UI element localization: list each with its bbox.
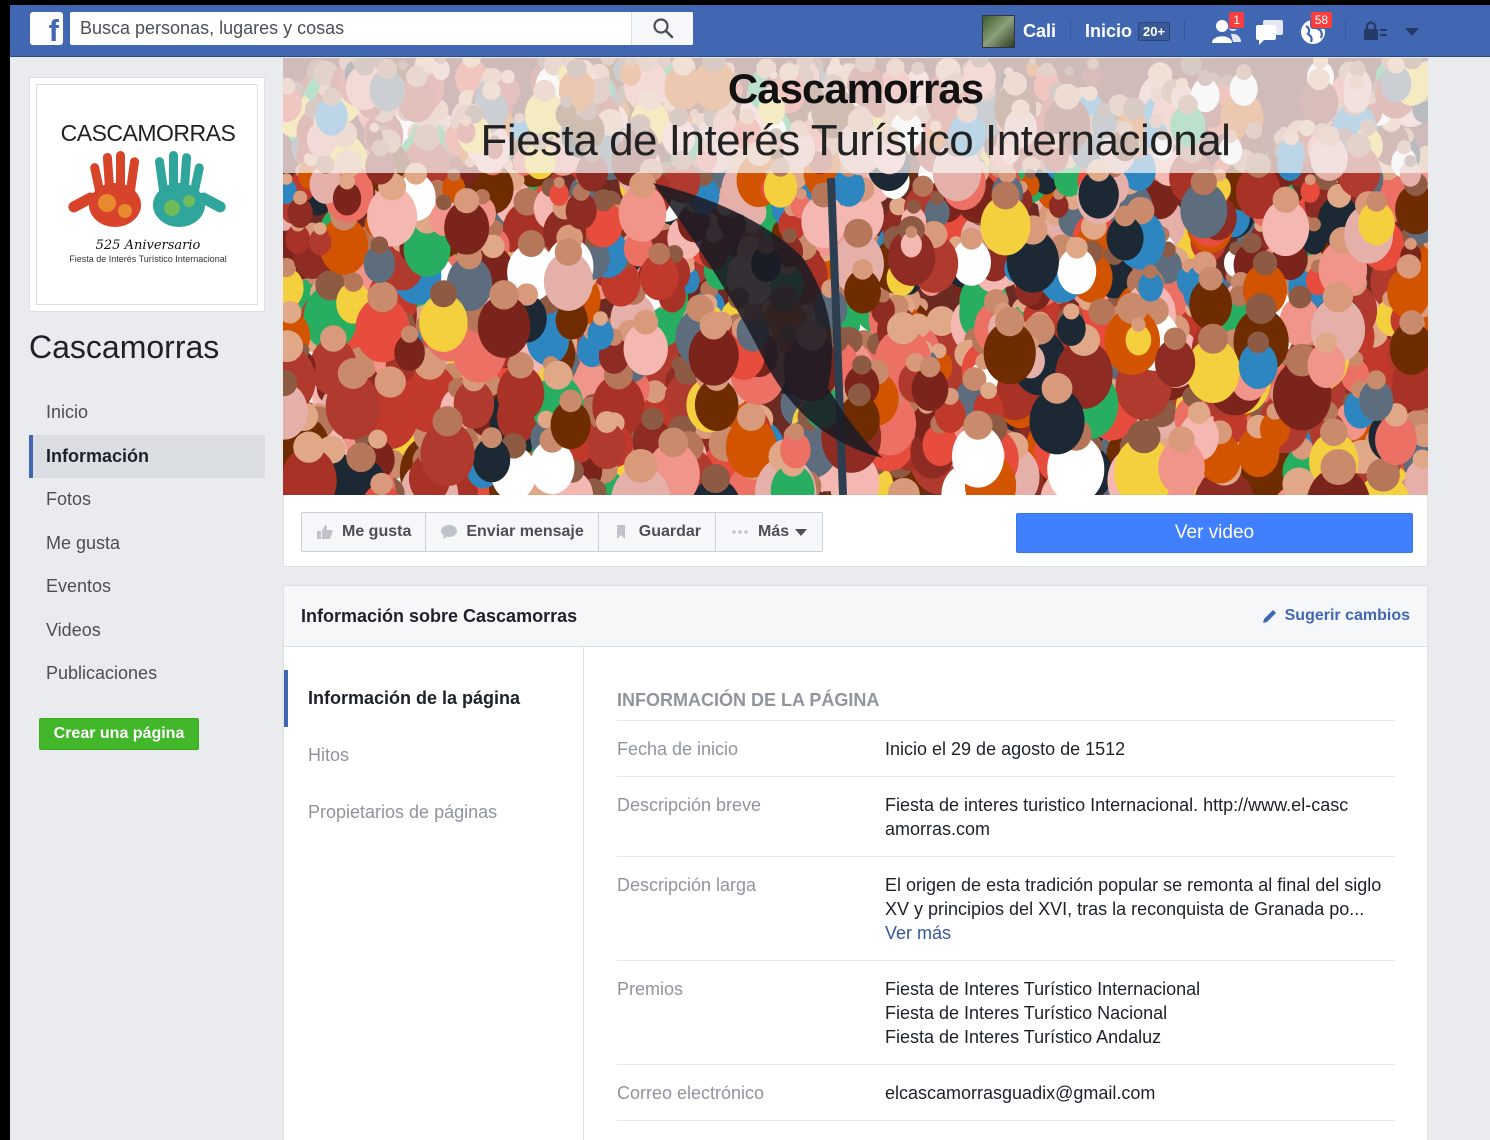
nav-item-eventos[interactable]: Eventos <box>29 565 265 609</box>
browser-viewport: f Cali Inicio 20+ <box>10 5 1490 1140</box>
section-heading: INFORMACIÓN DE LA PÁGINA <box>617 690 1395 721</box>
divider <box>1070 20 1072 42</box>
profile-picture[interactable]: CASCAMORRAS 525 Aniversario Fiesta de In… <box>29 77 265 312</box>
info-row-long-description: Descripción larga El origen de esta trad… <box>617 857 1395 961</box>
see-more-link[interactable]: Ver más <box>885 923 951 943</box>
info-row-short-description: Descripción breve Fiesta de interes turi… <box>617 777 1395 857</box>
cover-photo[interactable]: Cascamorras Fiesta de Interés Turístico … <box>283 58 1428 495</box>
nav-item-videos[interactable]: Videos <box>29 609 265 653</box>
privacy-shortcuts-button[interactable] <box>1360 14 1390 48</box>
like-label: Me gusta <box>342 523 412 540</box>
home-count-badge: 20+ <box>1138 21 1171 41</box>
info-row-email: Correo electrónico elcascamorrasguadix@g… <box>617 1065 1395 1121</box>
about-card-header: Información sobre Cascamorras Sugerir ca… <box>284 586 1427 647</box>
award-item: Fiesta de Interes Turístico Nacional <box>885 1003 1168 1023</box>
save-button[interactable]: Guardar <box>599 513 716 551</box>
long-description-text: El origen de esta tradición popular se r… <box>885 875 1382 919</box>
row-label: Premios <box>617 979 684 999</box>
privacy-lock-icon <box>1364 21 1388 40</box>
page-navigation: Inicio Información Fotos Me gusta Evento… <box>29 391 265 696</box>
like-icon <box>317 525 333 539</box>
awards-list: Fiesta de Interes Turístico Internaciona… <box>885 977 1395 1049</box>
suggest-edits-label: Sugerir cambios <box>1284 607 1410 624</box>
logo-title: CASCAMORRAS <box>60 120 236 146</box>
row-label: Descripción breve <box>617 795 762 815</box>
about-title: Información sobre Cascamorras <box>301 606 578 626</box>
message-bubble-icon <box>441 525 458 539</box>
about-card: Información sobre Cascamorras Sugerir ca… <box>283 585 1428 1140</box>
divider <box>1184 20 1186 42</box>
row-value: Inicio el 29 de agosto de 1512 <box>885 739 1126 759</box>
search-icon <box>653 18 674 39</box>
more-button[interactable]: Más <box>716 513 822 551</box>
nav-item-informacion[interactable]: Información <box>29 434 265 478</box>
award-item: Fiesta de Interes Turístico Andaluz <box>885 1027 1162 1047</box>
more-label: Más <box>758 523 790 540</box>
cover-subtitle: Fiesta de Interés Turístico Internaciona… <box>480 116 1231 165</box>
watch-video-button[interactable]: Ver video <box>1016 513 1413 553</box>
dropdown-caret-icon <box>1405 28 1420 36</box>
profile-picture-logo: CASCAMORRAS 525 Aniversario Fiesta de In… <box>36 84 258 305</box>
search-box <box>70 12 693 45</box>
top-right-controls: Cali Inicio 20+ 1 58 <box>982 11 1422 51</box>
notifications-badge: 58 <box>1309 11 1334 29</box>
divider <box>1345 20 1347 42</box>
row-label: Correo electrónico <box>617 1083 765 1103</box>
account-menu-button[interactable] <box>1402 14 1422 48</box>
info-row-awards: Premios Fiesta de Interes Turístico Inte… <box>617 961 1395 1065</box>
row-label: Descripción larga <box>617 875 757 895</box>
nav-item-fotos[interactable]: Fotos <box>29 478 265 522</box>
messages-icon <box>1256 20 1284 45</box>
hands-logo-icon <box>68 151 226 227</box>
action-button-group: Me gusta Enviar mensaje Guardar Más <box>301 512 824 552</box>
avatar[interactable] <box>982 14 1015 48</box>
page-title[interactable]: Cascamorras <box>29 329 265 366</box>
subnav-item-milestones[interactable]: Hitos <box>284 727 583 784</box>
subnav-item-page-owners[interactable]: Propietarios de páginas <box>284 784 583 841</box>
subnav-item-page-info[interactable]: Información de la página <box>284 670 583 727</box>
nav-item-inicio[interactable]: Inicio <box>29 391 265 435</box>
nav-item-me-gusta[interactable]: Me gusta <box>29 522 265 566</box>
messages-button[interactable] <box>1253 14 1287 48</box>
friend-requests-badge: 1 <box>1228 11 1246 29</box>
save-label: Guardar <box>638 523 701 540</box>
cover-title: Cascamorras <box>727 65 984 112</box>
award-item: Fiesta de Interes Turístico Internaciona… <box>885 979 1201 999</box>
page-action-bar: Me gusta Enviar mensaje Guardar Más Ver … <box>283 495 1428 567</box>
send-message-button[interactable]: Enviar mensaje <box>426 513 599 551</box>
search-button[interactable] <box>631 12 693 45</box>
top-navigation-bar: f Cali Inicio 20+ <box>10 5 1490 57</box>
row-value: Fiesta de interes turistico Internaciona… <box>885 795 1349 839</box>
more-dots-icon <box>732 530 748 534</box>
dropdown-caret-icon <box>795 529 808 536</box>
page-info-section: INFORMACIÓN DE LA PÁGINA Fecha de inicio… <box>617 647 1395 1121</box>
home-link[interactable]: Inicio <box>1085 21 1132 42</box>
logo-anniversary: 525 Aniversario <box>95 238 201 253</box>
left-column: CASCAMORRAS 525 Aniversario Fiesta de In… <box>29 77 265 750</box>
row-label: Fecha de inicio <box>617 739 739 759</box>
profile-link[interactable]: Cali <box>1023 21 1056 42</box>
suggest-edits-link[interactable]: Sugerir cambios <box>1261 607 1410 625</box>
friend-requests-button[interactable]: 1 <box>1209 11 1246 48</box>
create-page-button[interactable]: Crear una página <box>39 717 199 750</box>
nav-item-publicaciones[interactable]: Publicaciones <box>29 652 265 696</box>
info-row-start-date: Fecha de inicio Inicio el 29 de agosto d… <box>617 721 1395 777</box>
about-subnav: Información de la página Hitos Propietar… <box>284 647 584 1140</box>
facebook-logo-icon[interactable]: f <box>30 12 63 45</box>
logo-subtitle: Fiesta de Interés Turístico Internaciona… <box>69 254 227 264</box>
send-message-label: Enviar mensaje <box>466 523 584 540</box>
email-link[interactable]: elcascamorrasguadix@gmail.com <box>885 1081 1395 1105</box>
like-button[interactable]: Me gusta <box>302 513 427 551</box>
row-value-container: El origen de esta tradición popular se r… <box>885 873 1395 945</box>
notifications-button[interactable]: 58 <box>1297 11 1334 48</box>
search-input[interactable] <box>70 12 630 45</box>
bookmark-icon <box>616 525 625 539</box>
pencil-icon <box>1262 610 1276 623</box>
